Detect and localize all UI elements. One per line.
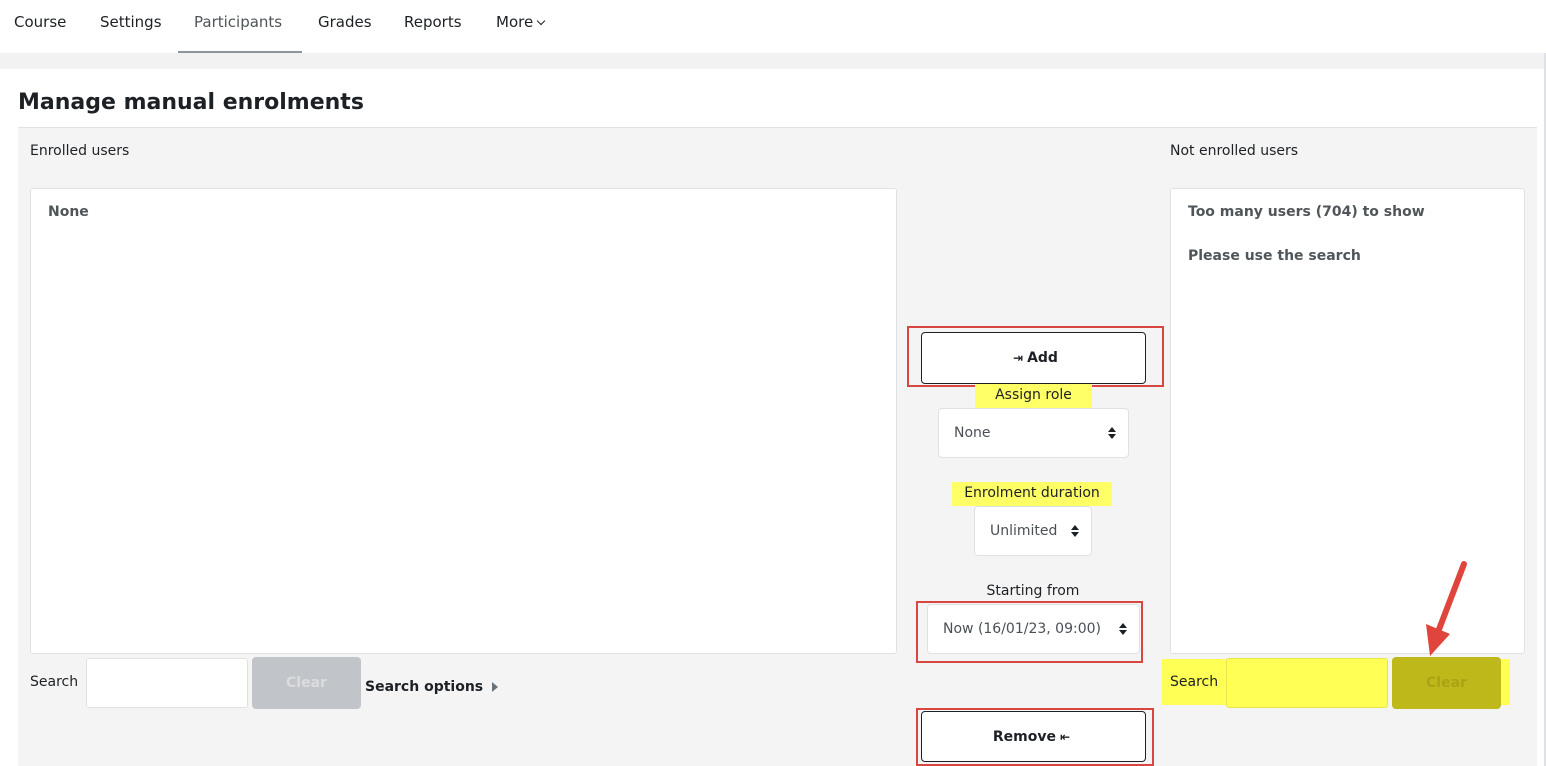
starting-from-select[interactable]: Now (16/01/23, 09:00) — [927, 604, 1140, 654]
list-item: Too many users (704) to show — [1188, 204, 1425, 220]
enrolment-duration-select[interactable]: Unlimited — [974, 506, 1092, 556]
enrolled-users-label: Enrolled users — [30, 143, 130, 159]
enrolled-clear-button[interactable]: Clear — [252, 657, 361, 709]
nav-item-settings[interactable]: Settings — [100, 13, 162, 31]
caret-right-icon — [492, 682, 499, 692]
nav-item-more-label: More — [496, 13, 534, 31]
arrow-to-left-icon: ⇥ — [1013, 351, 1024, 365]
page-title: Manage manual enrolments — [18, 90, 364, 115]
remove-button[interactable]: Remove ⇤ — [921, 711, 1146, 762]
not-enrolled-clear-button[interactable]: Clear — [1392, 657, 1501, 709]
arrow-to-right-icon: ⇤ — [1060, 729, 1071, 744]
nav-item-course[interactable]: Course — [14, 13, 66, 31]
enrolment-duration-value: Unlimited — [990, 523, 1058, 539]
assign-role-value: None — [954, 425, 991, 441]
nav-item-reports[interactable]: Reports — [404, 13, 462, 31]
nav-separator-band — [0, 53, 1546, 69]
not-enrolled-search-label: Search — [1170, 674, 1219, 690]
nav-item-more[interactable]: More — [496, 13, 546, 31]
not-enrolled-users-label: Not enrolled users — [1170, 143, 1299, 159]
nav-item-grades[interactable]: Grades — [318, 13, 372, 31]
assign-role-select[interactable]: None — [938, 408, 1129, 458]
chevron-down-icon — [536, 16, 546, 26]
enrolled-search-input[interactable] — [86, 658, 248, 708]
updown-caret-icon — [1119, 623, 1127, 635]
add-button-label: Add — [1027, 350, 1058, 366]
search-options-label: Search options — [365, 679, 484, 695]
updown-caret-icon — [1071, 525, 1079, 537]
list-item: Please use the search — [1188, 248, 1361, 264]
course-navigation: Course Settings Participants Grades Repo… — [0, 0, 1546, 53]
remove-button-label: Remove — [992, 728, 1057, 745]
enrolment-duration-label: Enrolment duration — [952, 482, 1112, 506]
list-item[interactable]: None — [48, 204, 89, 220]
starting-from-label: Starting from — [986, 583, 1080, 599]
highlight-clear-edge — [1501, 659, 1510, 705]
enrolled-search-label: Search — [30, 674, 79, 690]
search-options-toggle[interactable]: Search options — [365, 679, 499, 695]
enrolled-users-list[interactable]: None — [30, 188, 897, 654]
not-enrolled-search-input[interactable] — [1226, 658, 1388, 708]
starting-from-value: Now (16/01/23, 09:00) — [943, 621, 1101, 637]
add-button[interactable]: ⇥ Add — [921, 332, 1146, 384]
annotation-arrow-icon — [1426, 561, 1467, 656]
nav-item-participants[interactable]: Participants — [194, 13, 282, 31]
assign-role-label: Assign role — [975, 384, 1092, 408]
updown-caret-icon — [1108, 427, 1116, 439]
